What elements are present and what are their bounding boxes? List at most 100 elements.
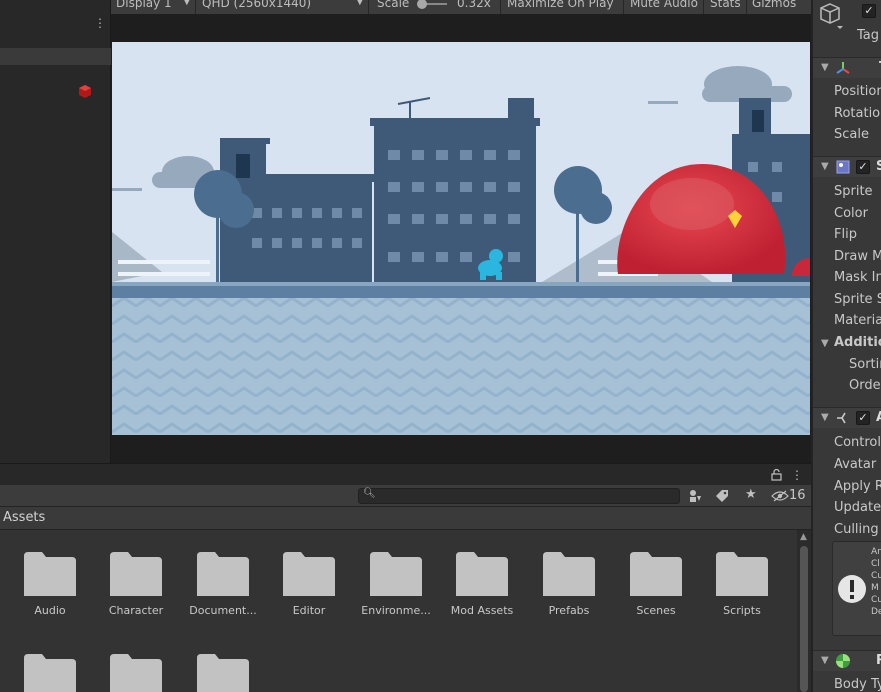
sprite-renderer-title: S xyxy=(876,159,881,174)
search-icon: 🔍︎ xyxy=(363,488,376,499)
rigidbody-header[interactable]: ▼ R xyxy=(813,650,881,671)
scroll-up-arrow-icon[interactable]: ▲ xyxy=(800,532,807,542)
flip-label: Flip xyxy=(834,227,857,242)
body-type-label: Body Ty xyxy=(834,677,881,692)
folder-item[interactable]: Environme... xyxy=(353,552,439,617)
hierarchy-row[interactable] xyxy=(0,48,111,65)
project-tab-bar: ⋮ xyxy=(0,463,811,485)
folder-item[interactable] xyxy=(7,654,93,692)
warning-exclamation-icon xyxy=(838,575,866,603)
folder-icon xyxy=(197,552,249,596)
warning-text: An Cl Cu M Cu De xyxy=(871,547,881,617)
animator-icon xyxy=(837,412,846,424)
scale-slider-thumb[interactable] xyxy=(417,0,427,9)
hierarchy-menu-icon[interactable]: ⋮ xyxy=(94,17,106,29)
search-by-label-icon[interactable] xyxy=(715,489,729,503)
foldout-arrow-icon[interactable]: ▼ xyxy=(821,62,829,73)
additional-settings-label[interactable]: Additio xyxy=(834,335,881,350)
controller-label: Controll xyxy=(834,435,881,450)
scrollbar-thumb[interactable] xyxy=(800,546,808,692)
gizmos-button[interactable]: Gizmos xyxy=(752,0,796,9)
folder-icon xyxy=(110,654,162,692)
folder-icon xyxy=(370,552,422,596)
folder-icon xyxy=(110,552,162,596)
avatar-label: Avatar xyxy=(834,457,877,472)
display-dropdown[interactable]: Display 1 xyxy=(116,0,172,9)
folder-icon xyxy=(543,552,595,596)
transform-header[interactable]: ▼ T xyxy=(813,57,881,78)
order-in-layer-label: Order xyxy=(849,378,881,393)
folder-label: Audio xyxy=(34,604,66,617)
folder-label: Scripts xyxy=(723,604,761,617)
color-label: Color xyxy=(834,206,868,221)
folder-item[interactable]: Mod Assets xyxy=(439,552,525,617)
resolution-dropdown[interactable]: QHD (2560x1440) xyxy=(202,0,311,9)
folder-label: Character xyxy=(108,604,164,617)
folder-item[interactable] xyxy=(180,654,266,692)
cube-red-icon xyxy=(79,85,91,98)
sprite-label: Sprite xyxy=(834,184,873,199)
hidden-packages-count: 16 xyxy=(789,488,806,503)
folder-item[interactable]: Scripts xyxy=(699,552,785,617)
project-search-input[interactable]: 🔍︎ xyxy=(358,488,680,504)
game-scene xyxy=(112,42,810,435)
animator-enabled-checkbox[interactable]: ✓ xyxy=(856,411,870,425)
rotation-label: Rotation xyxy=(834,106,881,121)
stats-button[interactable]: Stats xyxy=(710,0,741,9)
folder-item[interactable]: Character xyxy=(93,552,179,617)
project-menu-icon[interactable]: ⋮ xyxy=(791,469,803,481)
sprite-renderer-icon xyxy=(836,160,850,174)
foldout-arrow-icon[interactable]: ▼ xyxy=(821,655,829,666)
sorting-layer-label: Sortin xyxy=(849,357,881,372)
folder-icon xyxy=(283,552,335,596)
apply-root-motion-label: Apply R xyxy=(834,479,881,494)
inspector-panel: ✓ Tag ▼ T Position Rotation Scale ▼ ✓ S … xyxy=(811,0,881,692)
folder-item[interactable]: Audio xyxy=(7,552,93,617)
hierarchy-panel: ⋮ xyxy=(0,0,111,463)
folder-icon xyxy=(24,654,76,692)
scale-label: Scale xyxy=(377,0,410,10)
display-chevron-icon[interactable]: ▼ xyxy=(183,0,191,8)
folder-icon xyxy=(197,654,249,692)
folder-item[interactable]: Prefabs xyxy=(526,552,612,617)
sprite-renderer-header[interactable]: ▼ ✓ S xyxy=(813,156,881,177)
foldout-arrow-icon[interactable]: ▼ xyxy=(821,161,829,172)
tag-label: Tag xyxy=(857,28,880,43)
folder-icon xyxy=(630,552,682,596)
game-view-canvas[interactable] xyxy=(112,42,810,435)
folder-label: Prefabs xyxy=(548,604,590,617)
folder-item[interactable]: Editor xyxy=(266,552,352,617)
project-asset-grid: Audio Character Document... Editor Envir… xyxy=(0,530,797,692)
favorites-star-icon[interactable]: ★ xyxy=(745,487,757,502)
animator-header[interactable]: ▼ ✓ A xyxy=(813,407,881,428)
mute-audio-button[interactable]: Mute Audio xyxy=(630,0,698,9)
folder-icon xyxy=(24,552,76,596)
folder-item[interactable] xyxy=(93,654,179,692)
active-checkbox[interactable]: ✓ xyxy=(862,4,876,18)
folder-item[interactable]: Document... xyxy=(180,552,266,617)
mask-interaction-label: Mask In xyxy=(834,270,881,285)
folder-item[interactable]: Scenes xyxy=(613,552,699,617)
project-toolbar: 🔍︎ ★ 16 xyxy=(0,485,811,507)
foldout-arrow-icon[interactable]: ▼ xyxy=(821,412,829,423)
sprite-sort-point-label: Sprite S xyxy=(834,292,881,307)
lock-icon[interactable] xyxy=(771,469,782,481)
folder-label: Document... xyxy=(189,604,257,617)
resolution-chevron-icon[interactable]: ▼ xyxy=(356,0,364,8)
breadcrumb-assets[interactable]: Assets xyxy=(3,510,45,525)
maximize-on-play-button[interactable]: Maximize On Play xyxy=(507,0,614,9)
animator-title: A xyxy=(876,410,881,425)
rigidbody-icon xyxy=(836,654,850,668)
rigidbody-title: R xyxy=(876,653,881,668)
folder-label: Editor xyxy=(292,604,326,617)
game-view-toolbar: Display 1 ▼ QHD (2560x1440) ▼ Scale 0.32… xyxy=(111,0,811,14)
additional-settings-arrow-icon[interactable]: ▼ xyxy=(821,338,829,349)
animator-warning-box: An Cl Cu M Cu De xyxy=(832,541,881,636)
hidden-packages-eye-icon[interactable] xyxy=(771,490,789,502)
sprite-renderer-enabled-checkbox[interactable]: ✓ xyxy=(856,160,870,174)
position-label: Position xyxy=(834,84,881,99)
search-by-type-icon[interactable] xyxy=(688,489,702,503)
transform-axes-icon xyxy=(836,62,850,74)
project-scrollbar[interactable]: ▲ xyxy=(797,530,811,692)
update-mode-label: Update xyxy=(834,500,881,515)
